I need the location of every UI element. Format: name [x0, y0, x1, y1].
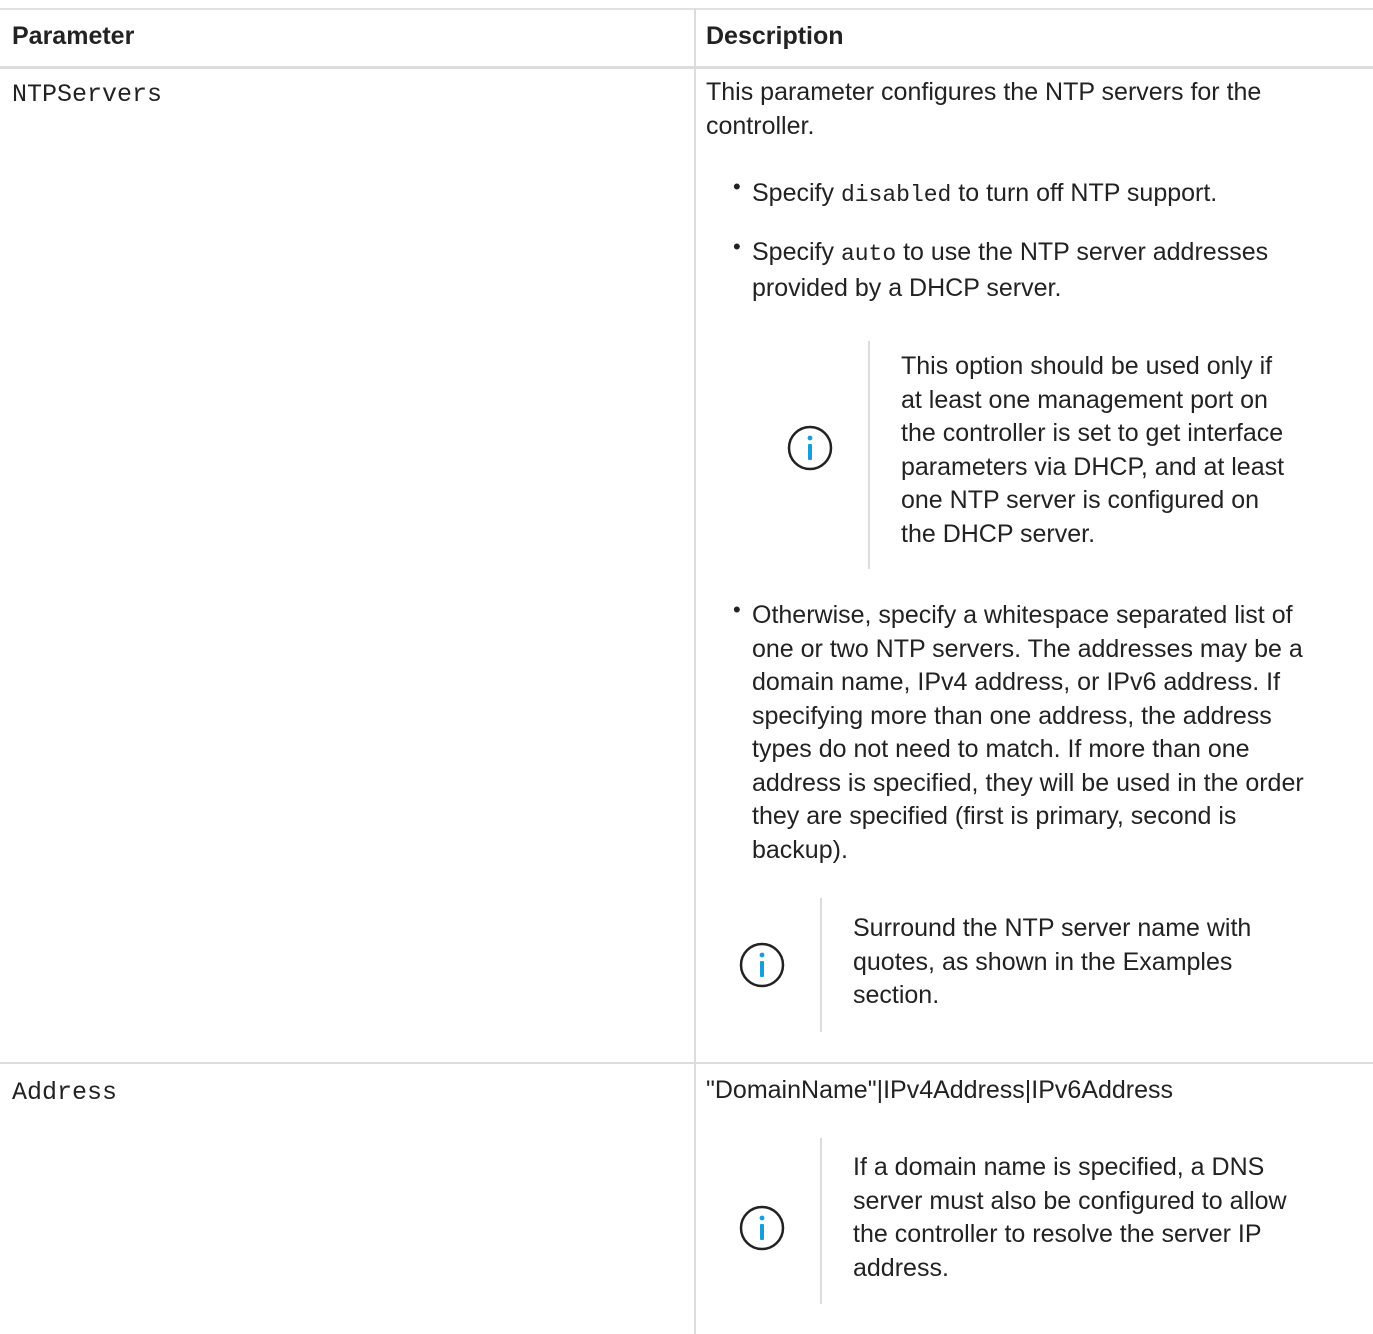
- column-divider: [694, 8, 696, 1334]
- note-divider: [820, 1138, 822, 1304]
- note-line: If a domain name is specified, a DNS: [853, 1153, 1265, 1181]
- code-disabled: disabled: [840, 182, 952, 208]
- param-address: Address: [12, 1078, 118, 1107]
- note-line: the DHCP server.: [901, 519, 1096, 548]
- code-auto: auto: [840, 241, 897, 267]
- note-line: the controller is set to get interface: [901, 419, 1284, 447]
- bullet-otherwise: Otherwise, specify a whitespace separate…: [752, 599, 1304, 867]
- bullet-marker: •: [733, 234, 741, 259]
- info-circle-icon: [739, 942, 785, 988]
- note-line: server must also be configured to allow: [853, 1186, 1287, 1215]
- header-description: Description: [706, 22, 844, 50]
- note-divider: [868, 341, 870, 569]
- note-line: one NTP server is configured on: [901, 486, 1260, 514]
- ntp-intro-line: controller.: [706, 111, 815, 140]
- bullet-text: Specify: [752, 238, 841, 266]
- note-quotes: Surround the NTP server name with quotes…: [853, 912, 1251, 1013]
- bullet-text: one or two NTP servers. The addresses ma…: [752, 634, 1303, 663]
- bullet-text: types do not need to match. If more than…: [752, 735, 1250, 763]
- bullet-disabled: Specify disabled to turn off NTP support…: [752, 177, 1217, 213]
- bullet-auto: Specify auto to use the NTP server addre…: [752, 236, 1268, 305]
- param-ntpservers: NTPServers: [12, 80, 163, 109]
- info-circle-icon: [739, 1205, 785, 1251]
- note-dhcp: This option should be used only if at le…: [901, 350, 1284, 551]
- bullet-text: to use the NTP server addresses: [896, 238, 1269, 266]
- ntp-intro: This parameter configures the NTP server…: [706, 76, 1261, 143]
- info-circle-icon: [787, 425, 833, 471]
- note-line: This option should be used only if: [901, 352, 1273, 380]
- note-line: the controller to resolve the server IP: [853, 1220, 1262, 1248]
- table-header: Parameter Description: [0, 8, 1373, 69]
- bullet-text: Specify: [752, 179, 841, 207]
- note-divider: [820, 898, 822, 1032]
- bullet-text: backup).: [752, 835, 848, 864]
- bullet-text: provided by a DHCP server.: [752, 273, 1062, 302]
- bullet-text: to turn off NTP support.: [951, 179, 1218, 207]
- bullet-text: domain name, IPv4 address, or IPv6 addre…: [752, 668, 1281, 696]
- bullet-marker: •: [733, 597, 741, 622]
- bullet-text: address is specified, they will be used …: [752, 768, 1304, 797]
- note-line: Surround the NTP server name with: [853, 914, 1252, 942]
- note-line: address.: [853, 1253, 949, 1282]
- ntp-intro-line: This parameter configures the NTP server…: [706, 78, 1262, 106]
- bullet-text: Otherwise, specify a whitespace separate…: [752, 601, 1293, 629]
- address-format: "DomainName"|IPv4Address|IPv6Address: [706, 1076, 1174, 1104]
- note-dns: If a domain name is specified, a DNS ser…: [853, 1151, 1287, 1285]
- row-divider: [0, 1062, 1373, 1064]
- bullet-text: they are specified (first is primary, se…: [752, 802, 1237, 830]
- bullet-text: specifying more than one address, the ad…: [752, 701, 1272, 730]
- note-line: at least one management port on: [901, 385, 1268, 414]
- bullet-marker: •: [733, 174, 741, 199]
- note-line: parameters via DHCP, and at least: [901, 452, 1285, 481]
- header-parameter: Parameter: [12, 22, 135, 50]
- note-line: quotes, as shown in the Examples: [853, 947, 1233, 976]
- note-line: section.: [853, 981, 940, 1009]
